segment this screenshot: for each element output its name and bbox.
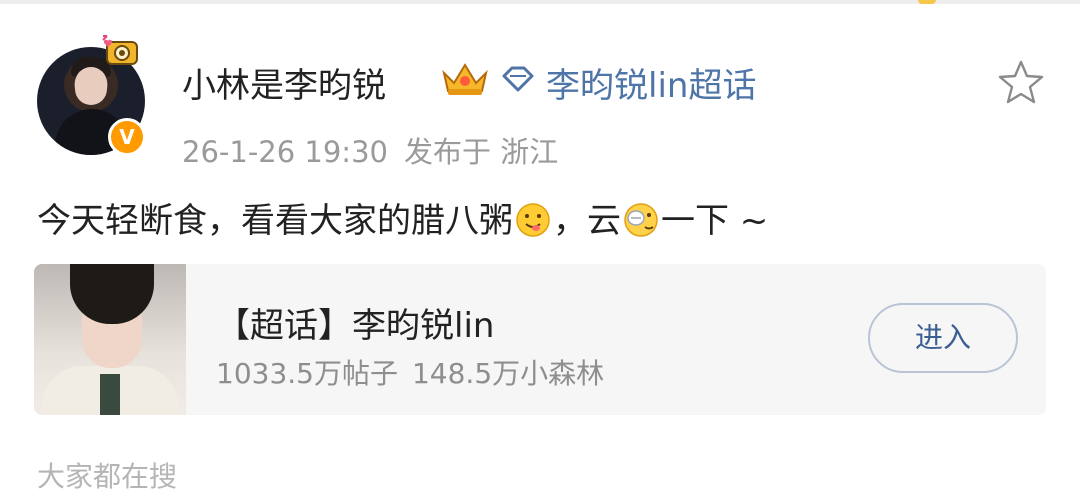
camera-badge-icon	[102, 35, 138, 65]
post-location: 发布于 浙江	[403, 135, 559, 169]
topic-card-title: 【超话】李昀锐lin	[216, 306, 495, 346]
super-topic-link[interactable]: 李昀锐lin超话	[546, 58, 756, 107]
star-icon[interactable]	[996, 57, 1046, 107]
section-hint: 大家都在搜	[37, 460, 178, 493]
post-text[interactable]: 今天轻断食，看看大家的腊八粥 ，云 一下 ~	[37, 193, 768, 242]
topic-posts-count: 1033.5万帖子	[216, 357, 398, 390]
topic-card-stats: 1033.5万帖子 148.5万小森林	[216, 352, 604, 392]
post-meta: 26-1-26 19:30 发布于 浙江	[182, 129, 558, 171]
eating-face-emoji	[624, 203, 658, 237]
top-accent-mark	[918, 0, 936, 4]
post-text-part2: ，云	[553, 201, 621, 241]
post-timestamp: 26-1-26 19:30	[182, 135, 388, 169]
topic-thumbnail	[34, 264, 186, 415]
author-name[interactable]: 小林是李昀锐	[182, 58, 386, 107]
diamond-icon	[502, 66, 534, 92]
enter-button[interactable]: 进入	[868, 303, 1018, 373]
verified-v-icon: V	[108, 118, 146, 156]
crown-icon[interactable]	[440, 59, 490, 99]
yummy-face-emoji	[516, 203, 550, 237]
topic-members-count: 148.5万小森林	[411, 357, 605, 390]
post-text-part3: 一下 ~	[661, 201, 769, 241]
super-topic-card[interactable]: 【超话】李昀锐lin 1033.5万帖子 148.5万小森林 进入	[34, 264, 1046, 415]
post-text-part1: 今天轻断食，看看大家的腊八粥	[37, 201, 513, 241]
